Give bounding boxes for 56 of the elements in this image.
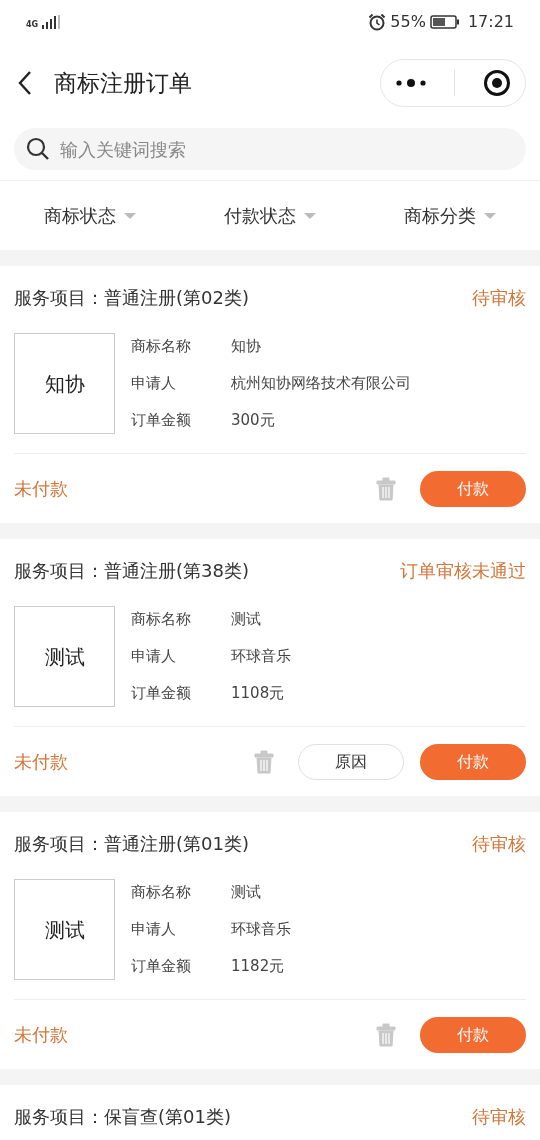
caret-icon xyxy=(304,212,316,219)
caret-icon xyxy=(124,212,136,219)
alarm-icon xyxy=(368,13,387,31)
field-label: 商标名称 xyxy=(131,609,192,630)
field-label: 商标名称 xyxy=(131,336,192,357)
field-value: 1108元 xyxy=(231,684,285,702)
payment-status: 未付款 xyxy=(14,750,68,774)
time: 17:21 xyxy=(467,11,514,33)
filter-dropdown[interactable]: 商标状态 xyxy=(38,201,142,230)
field-value: 环球音乐 xyxy=(231,920,291,938)
page-title: 商标注册订单 xyxy=(54,68,192,98)
field-value: 300元 xyxy=(231,411,275,429)
search-field[interactable]: 输入关键词搜索 xyxy=(58,134,514,164)
trademark-logo: 测试 xyxy=(14,879,115,980)
trash-icon xyxy=(376,476,396,501)
reason-button[interactable]: 原因 xyxy=(298,743,404,780)
field-value: 测试 xyxy=(231,883,261,901)
field-label: 申请人 xyxy=(131,373,177,394)
field-label: 商标名称 xyxy=(131,882,192,903)
field-label: 订单金额 xyxy=(131,956,192,977)
payment-status: 未付款 xyxy=(14,1023,68,1047)
trash-icon xyxy=(376,1022,396,1047)
filter-dropdown[interactable]: 付款状态 xyxy=(218,201,322,230)
field-label: 订单金额 xyxy=(131,683,192,704)
field-value: 1182元 xyxy=(231,957,285,975)
order-status: 待审核 xyxy=(472,285,526,310)
back-button[interactable] xyxy=(18,70,32,96)
field-value: 知协 xyxy=(231,337,261,355)
field-value: 测试 xyxy=(231,610,261,628)
more-icon[interactable] xyxy=(394,78,427,88)
order-status: 待审核 xyxy=(472,831,526,856)
battery-icon xyxy=(429,14,460,30)
service-text: 服务项目：普通注册(第02类) xyxy=(14,285,249,310)
order-status: 待审核 xyxy=(472,1104,526,1129)
field-value: 杭州知协网络技术有限公司 xyxy=(231,374,411,392)
field-value: 环球音乐 xyxy=(231,647,291,665)
trash-icon xyxy=(254,749,274,774)
caret-icon xyxy=(484,212,496,219)
search-icon xyxy=(26,137,50,161)
service-text: 服务项目：普通注册(第38类) xyxy=(14,558,249,583)
field-label: 申请人 xyxy=(131,646,177,667)
signal-icon xyxy=(42,15,61,29)
order-status: 订单审核未通过 xyxy=(400,558,526,583)
service-text: 服务项目：保盲查(第01类) xyxy=(14,1104,231,1129)
payment-status: 未付款 xyxy=(14,477,68,501)
trademark-logo: 测试 xyxy=(14,606,115,707)
close-target-icon[interactable] xyxy=(483,69,512,97)
search-bar[interactable]: 输入关键词搜索 xyxy=(14,128,526,170)
trademark-logo: 知协 xyxy=(14,333,115,434)
network-label: 4G xyxy=(26,21,39,29)
filter-dropdown[interactable]: 商标分类 xyxy=(398,201,502,230)
service-text: 服务项目：普通注册(第01类) xyxy=(14,831,249,856)
battery-percent: 55% xyxy=(390,11,426,33)
back-icon xyxy=(18,70,32,96)
field-label: 申请人 xyxy=(131,919,177,940)
field-label: 订单金额 xyxy=(131,410,192,431)
